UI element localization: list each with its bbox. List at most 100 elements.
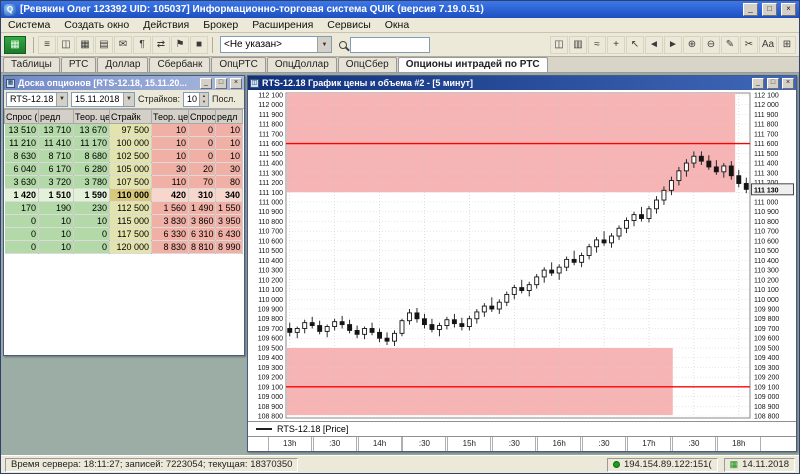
option-cell[interactable]: 13 710 bbox=[38, 123, 74, 137]
zoom-out-icon[interactable]: ⊖ bbox=[702, 35, 720, 54]
option-cell[interactable]: 120 000 bbox=[109, 240, 152, 254]
option-cell[interactable]: 110 bbox=[151, 175, 189, 189]
zoom-in-icon[interactable]: ⊕ bbox=[683, 35, 701, 54]
option-cell[interactable]: 115 000 bbox=[109, 214, 152, 228]
option-cell[interactable]: 30 bbox=[151, 162, 189, 176]
draw-icon[interactable]: ✎ bbox=[721, 35, 739, 54]
grid-icon[interactable]: ⊞ bbox=[778, 35, 796, 54]
option-cell[interactable]: 8 810 bbox=[188, 240, 216, 254]
option-cell[interactable]: 0 bbox=[188, 123, 216, 137]
option-cell[interactable]: 10 bbox=[38, 240, 74, 254]
option-cell[interactable]: 10 bbox=[151, 136, 189, 150]
bars-icon[interactable]: ▥ bbox=[569, 35, 587, 54]
tab[interactable]: ОпцДоллар bbox=[266, 57, 337, 72]
option-row[interactable]: 1 420 1 510 1 590 110 000 420 310 340 bbox=[4, 188, 243, 202]
option-cell[interactable]: 20 bbox=[188, 162, 216, 176]
option-cell[interactable]: 6 330 bbox=[151, 227, 189, 241]
option-cell[interactable]: 107 500 bbox=[109, 175, 152, 189]
new-chart-icon[interactable]: ◫ bbox=[57, 35, 75, 54]
option-cell[interactable]: 117 500 bbox=[109, 227, 152, 241]
news-icon[interactable]: ¶ bbox=[133, 35, 151, 54]
option-cell[interactable]: 11 410 bbox=[38, 136, 74, 150]
option-cell[interactable]: 3 720 bbox=[38, 175, 74, 189]
erase-icon[interactable]: ✂ bbox=[740, 35, 758, 54]
column-header[interactable]: Теор. цена С bbox=[73, 109, 110, 124]
option-cell[interactable]: 6 170 bbox=[38, 162, 74, 176]
column-header[interactable]: редл bbox=[38, 109, 74, 124]
expiry-date-combo[interactable]: 15.11.2018 ▼ bbox=[71, 91, 135, 107]
option-cell[interactable]: 6 280 bbox=[73, 162, 110, 176]
tab[interactable]: ОпцСбер bbox=[337, 57, 397, 72]
option-cell[interactable]: 8 710 bbox=[38, 149, 74, 163]
price-chart-area[interactable]: 108 800 108 800 108 900 108 900 109 000 109 0… bbox=[248, 90, 796, 421]
line-chart-icon[interactable]: ≈ bbox=[588, 35, 606, 54]
option-cell[interactable]: 80 bbox=[215, 175, 243, 189]
tab[interactable]: Доллар bbox=[97, 57, 149, 72]
option-cell[interactable]: 1 490 bbox=[188, 201, 216, 215]
minimize-button[interactable]: _ bbox=[743, 3, 758, 16]
option-cell[interactable]: 10 bbox=[38, 214, 74, 228]
option-cell[interactable]: 10 bbox=[151, 123, 189, 137]
stop-icon[interactable]: ■ bbox=[190, 35, 208, 54]
menu-item[interactable]: Система bbox=[1, 18, 57, 33]
option-cell[interactable]: 0 bbox=[4, 214, 39, 228]
option-cell[interactable]: 420 bbox=[151, 188, 189, 202]
option-cell[interactable]: 1 420 bbox=[4, 188, 39, 202]
option-cell[interactable]: 110 000 bbox=[109, 188, 152, 202]
option-cell[interactable]: 1 550 bbox=[215, 201, 243, 215]
close-button[interactable]: × bbox=[782, 77, 794, 89]
option-cell[interactable]: 310 bbox=[188, 188, 216, 202]
option-cell[interactable]: 10 bbox=[215, 136, 243, 150]
menu-item[interactable]: Действия bbox=[136, 18, 196, 33]
option-row[interactable]: 170 190 230 112 500 1 560 1 490 1 550 bbox=[4, 201, 243, 215]
chevron-down-icon[interactable]: ▼ bbox=[56, 92, 67, 106]
menu-item[interactable]: Брокер bbox=[196, 18, 245, 33]
option-cell[interactable]: 13 670 bbox=[73, 123, 110, 137]
option-row[interactable]: 0 10 0 117 500 6 330 6 310 6 430 bbox=[4, 227, 243, 241]
option-cell[interactable]: 190 bbox=[38, 201, 74, 215]
option-cell[interactable]: 0 bbox=[73, 227, 110, 241]
column-header[interactable]: Спрос (П bbox=[188, 109, 216, 124]
tab[interactable]: РТС bbox=[60, 57, 97, 72]
option-cell[interactable]: 13 510 bbox=[4, 123, 39, 137]
menu-item[interactable]: Сервисы bbox=[320, 18, 378, 33]
option-cell[interactable]: 0 bbox=[4, 240, 39, 254]
order-book-icon[interactable]: ≡ bbox=[38, 35, 56, 54]
option-cell[interactable]: 11 170 bbox=[73, 136, 110, 150]
option-cell[interactable]: 10 bbox=[38, 227, 74, 241]
tab[interactable]: Таблицы bbox=[3, 57, 60, 72]
export-icon[interactable]: ⇄ bbox=[152, 35, 170, 54]
options-window-titlebar[interactable]: ▦ Доска опционов [RTS-12.18, 15.11.20...… bbox=[4, 76, 244, 90]
terminal-icon[interactable]: ▦ bbox=[4, 35, 26, 54]
maximize-button[interactable]: □ bbox=[767, 77, 779, 89]
price-chart[interactable]: 108 800 108 800 108 900 108 900 109 000 109 0… bbox=[248, 90, 796, 421]
option-cell[interactable]: 8 680 bbox=[73, 149, 110, 163]
chart-window-titlebar[interactable]: ◫ RTS-12.18 График цены и объема #2 - [5… bbox=[248, 76, 796, 90]
option-cell[interactable]: 0 bbox=[188, 149, 216, 163]
candles-icon[interactable]: ◫ bbox=[550, 35, 568, 54]
option-cell[interactable]: 70 bbox=[188, 175, 216, 189]
option-row[interactable]: 11 210 11 410 11 170 100 000 10 0 10 bbox=[4, 136, 243, 150]
option-cell[interactable]: 10 bbox=[151, 149, 189, 163]
option-cell[interactable]: 6 040 bbox=[4, 162, 39, 176]
option-cell[interactable]: 105 000 bbox=[109, 162, 152, 176]
stepper-down-icon[interactable]: ▼ bbox=[200, 99, 208, 106]
option-cell[interactable]: 1 560 bbox=[151, 201, 189, 215]
option-cell[interactable]: 102 500 bbox=[109, 149, 152, 163]
option-cell[interactable]: 230 bbox=[73, 201, 110, 215]
option-cell[interactable]: 8 630 bbox=[4, 149, 39, 163]
option-cell[interactable]: 3 950 bbox=[215, 214, 243, 228]
tab[interactable]: Сбербанк bbox=[149, 57, 211, 72]
option-cell[interactable]: 0 bbox=[188, 136, 216, 150]
option-cell[interactable]: 8 830 bbox=[151, 240, 189, 254]
tab[interactable]: Опционы интрадей по РТС bbox=[397, 57, 548, 72]
maximize-button[interactable]: □ bbox=[215, 77, 227, 89]
menu-item[interactable]: Расширения bbox=[245, 18, 320, 33]
column-header[interactable]: Страйк bbox=[109, 109, 152, 124]
pan-left-icon[interactable]: ◄ bbox=[645, 35, 663, 54]
quotes-icon[interactable]: ▤ bbox=[95, 35, 113, 54]
option-row[interactable]: 0 10 10 115 000 3 830 3 860 3 950 bbox=[4, 214, 243, 228]
option-cell[interactable]: 3 830 bbox=[151, 214, 189, 228]
minimize-button[interactable]: _ bbox=[200, 77, 212, 89]
strikes-stepper[interactable]: 10 ▲ ▼ bbox=[183, 91, 209, 107]
